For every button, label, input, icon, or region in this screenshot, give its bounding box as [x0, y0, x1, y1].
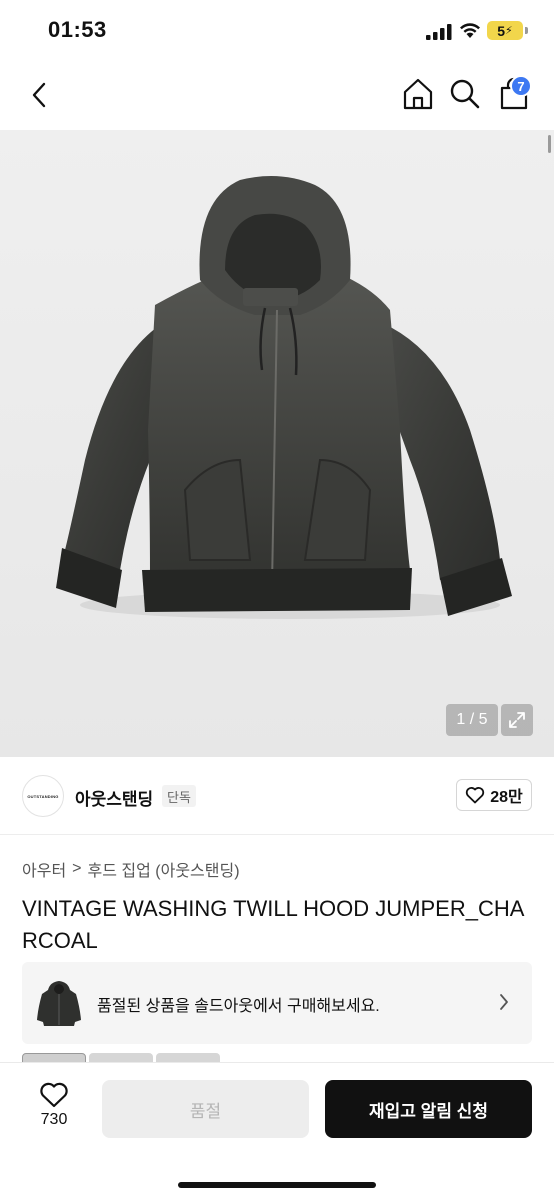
chevron-left-icon	[32, 82, 46, 108]
home-indicator	[178, 1182, 376, 1188]
wish-count: 730	[40, 1111, 68, 1128]
restock-alert-button[interactable]: 재입고 알림 신청	[325, 1080, 532, 1138]
status-time: 01:53	[48, 17, 107, 42]
brand-like-button[interactable]: 28만	[456, 779, 532, 811]
image-counter: 1 / 5	[446, 704, 498, 736]
bottom-action-bar: 730 품절 재입고 알림 신청	[0, 1062, 554, 1200]
battery-icon: 5 ⚡	[487, 21, 523, 40]
breadcrumb-subcategory[interactable]: 후드 집업 (아웃스탠딩)	[88, 857, 240, 881]
battery-cap	[525, 27, 528, 34]
search-icon	[450, 79, 480, 109]
exclusive-badge: 단독	[162, 785, 196, 807]
brand-logo-text: OUTSTANDING	[27, 793, 59, 799]
brand-name[interactable]: 아웃스탠딩	[75, 785, 153, 810]
jacket-photo	[56, 176, 512, 619]
back-button[interactable]	[22, 78, 56, 112]
chevron-right-icon	[500, 994, 508, 1010]
breadcrumb: 아우터 > 후드 집업 (아웃스탠딩)	[22, 857, 240, 881]
home-button[interactable]	[400, 76, 436, 112]
expand-icon	[509, 712, 525, 728]
heart-icon	[40, 1082, 68, 1108]
heart-icon	[466, 787, 485, 804]
signal-icon	[426, 24, 452, 40]
brand-row[interactable]: OUTSTANDING 아웃스탠딩 단독 28만	[0, 757, 554, 835]
status-bar: 01:53 5 ⚡	[0, 0, 554, 62]
search-button[interactable]	[447, 76, 483, 112]
wish-button[interactable]: 730	[28, 1081, 80, 1137]
product-title: VINTAGE WASHING TWILL HOOD JUMPER_CHARCO…	[22, 896, 525, 953]
wifi-icon	[460, 23, 480, 38]
scroll-indicator[interactable]	[548, 135, 551, 153]
brand-logo[interactable]: OUTSTANDING	[22, 775, 64, 817]
top-nav	[0, 62, 554, 130]
breadcrumb-category[interactable]: 아우터	[22, 857, 66, 881]
soldout-banner[interactable]: 품절된 상품을 솔드아웃에서 구매해보세요.	[22, 962, 532, 1044]
brand-like-count: 28만	[490, 789, 523, 806]
home-icon	[403, 78, 433, 110]
breadcrumb-separator: >	[72, 860, 82, 877]
banner-text: 품절된 상품을 솔드아웃에서 구매해보세요.	[97, 998, 380, 1015]
cart-count-badge: 7	[510, 75, 532, 97]
product-image[interactable]	[0, 130, 554, 757]
battery-level: 5	[497, 22, 506, 39]
expand-image-button[interactable]	[501, 704, 533, 736]
banner-thumbnail	[37, 981, 81, 1026]
soldout-button[interactable]: 품절	[102, 1080, 309, 1138]
